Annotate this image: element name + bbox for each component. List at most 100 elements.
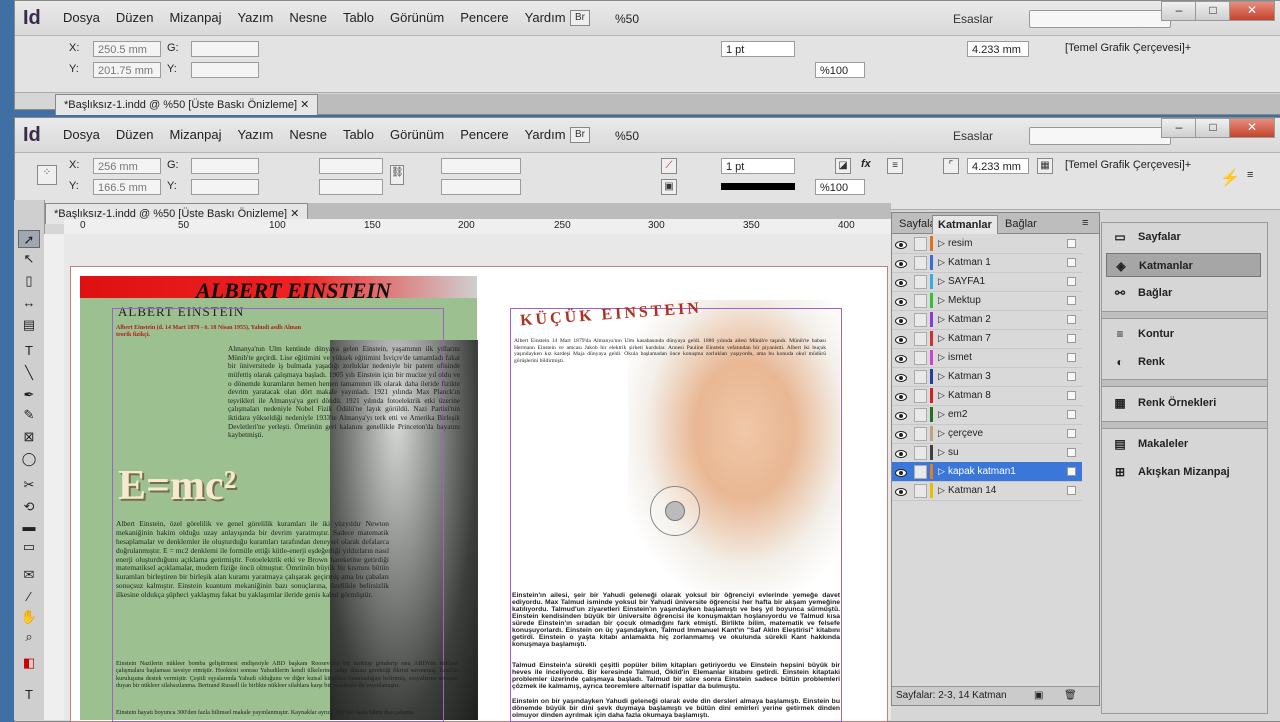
layer-row[interactable]: ▷ Katman 14 (892, 481, 1082, 501)
note-tool-icon[interactable]: ✉ (18, 566, 40, 584)
layer-row[interactable]: ▷ su (892, 443, 1082, 463)
layer-row[interactable]: ▷ çerçeve (892, 424, 1082, 444)
constrain-icon[interactable]: ⛓ (390, 165, 404, 185)
text-wrap-icon[interactable]: ≡ (887, 158, 903, 174)
gradient-feather-tool-icon[interactable]: ▭ (18, 538, 40, 556)
expand-triangle-icon[interactable]: ▷ (938, 424, 945, 443)
reference-point-icon[interactable]: ⁘ (37, 165, 57, 185)
layer-selection-square[interactable] (1067, 410, 1076, 419)
dock-layers[interactable]: ◈ Katmanlar (1106, 253, 1261, 277)
panel-options-icon[interactable]: ≡ (1082, 217, 1088, 229)
visibility-eye-icon[interactable] (895, 314, 907, 325)
layer-selection-square[interactable] (1067, 429, 1076, 438)
w-field-front[interactable] (191, 158, 259, 174)
frame-style-icon[interactable]: ▦ (1037, 158, 1053, 174)
expand-triangle-icon[interactable]: ▷ (938, 386, 945, 405)
layer-selection-square[interactable] (1067, 372, 1076, 381)
layer-selection-square[interactable] (1067, 467, 1076, 476)
menu-tablo[interactable]: Tablo (335, 10, 382, 25)
layer-row[interactable]: ▷ Katman 1 (892, 253, 1082, 273)
close-button-front[interactable]: ✕ (1229, 118, 1275, 138)
visibility-eye-icon[interactable] (895, 333, 907, 344)
layer-row[interactable]: ▷ Katman 2 (892, 310, 1082, 330)
layer-selection-square[interactable] (1067, 486, 1076, 495)
lock-toggle-icon[interactable] (914, 351, 927, 365)
minimize-button-front[interactable]: – (1161, 118, 1197, 138)
workspace-select-front[interactable]: Esaslar (953, 129, 993, 143)
fx-icon[interactable]: fx (861, 158, 871, 170)
menu-yardim[interactable]: Yardım (517, 10, 574, 25)
type-tool-icon[interactable]: T (18, 342, 40, 360)
drop-shadow-icon[interactable]: ◪ (835, 158, 851, 174)
lock-toggle-icon[interactable] (914, 484, 927, 498)
expand-triangle-icon[interactable]: ▷ (938, 253, 945, 272)
menu-mizanpaj[interactable]: Mizanpaj (161, 10, 229, 25)
lock-toggle-icon[interactable] (914, 294, 927, 308)
search-input[interactable] (1029, 10, 1171, 28)
layer-selection-square[interactable] (1067, 315, 1076, 324)
menu-duzen[interactable]: Düzen (108, 10, 162, 25)
dock-swatches[interactable]: ▦ Renk Örnekleri (1106, 391, 1261, 415)
visibility-eye-icon[interactable] (895, 276, 907, 287)
layer-row[interactable]: ▷ Katman 3 (892, 367, 1082, 387)
bridge-button[interactable]: Br (570, 10, 590, 26)
size-field-front[interactable]: 4.233 mm (967, 158, 1029, 174)
back-document-tab[interactable]: *Başlıksız-1.indd @ %50 [Üste Baskı Öniz… (55, 94, 319, 115)
menu-yazim-front[interactable]: Yazım (229, 127, 281, 142)
lightning-icon[interactable]: ⚡ (1220, 168, 1240, 188)
layer-row[interactable]: ▷ resim (892, 234, 1082, 254)
dock-stroke[interactable]: ≡ Kontur (1106, 322, 1261, 346)
lock-toggle-icon[interactable] (914, 370, 927, 384)
expand-triangle-icon[interactable]: ▷ (938, 367, 945, 386)
lock-toggle-icon[interactable] (914, 275, 927, 289)
gradient-tool-icon[interactable]: ▬ (18, 518, 40, 536)
visibility-eye-icon[interactable] (895, 428, 907, 439)
menu-pencere-front[interactable]: Pencere (452, 127, 516, 142)
selection-tool-icon[interactable]: ➚ (18, 230, 40, 248)
bridge-button-front[interactable]: Br (570, 127, 590, 143)
h-field-front[interactable] (191, 179, 259, 195)
lock-toggle-icon[interactable] (914, 313, 927, 327)
scale-y-field[interactable] (319, 179, 383, 195)
visibility-eye-icon[interactable] (895, 371, 907, 382)
x-field-front[interactable]: 256 mm (93, 158, 161, 174)
layer-row[interactable]: ▷ ismet (892, 348, 1082, 368)
lock-toggle-icon[interactable] (914, 465, 927, 479)
expand-triangle-icon[interactable]: ▷ (938, 272, 945, 291)
y-field[interactable]: 201.75 mm (93, 62, 161, 78)
x-field[interactable]: 250.5 mm (93, 41, 161, 57)
menu-dosya[interactable]: Dosya (55, 10, 108, 25)
tab-layers[interactable]: Katmanlar (932, 215, 998, 234)
expand-triangle-icon[interactable]: ▷ (938, 405, 945, 424)
lock-toggle-icon[interactable] (914, 332, 927, 346)
zoom-select[interactable]: %50 (615, 12, 639, 26)
lock-toggle-icon[interactable] (914, 408, 927, 422)
maximize-button-front[interactable]: □ (1195, 118, 1231, 138)
menu-tablo-front[interactable]: Tablo (335, 127, 382, 142)
menu-duzen-front[interactable]: Düzen (108, 127, 162, 142)
expand-triangle-icon[interactable]: ▷ (938, 462, 945, 481)
menu-mizanpaj-front[interactable]: Mizanpaj (161, 127, 229, 142)
menu-gorunum-front[interactable]: Görünüm (382, 127, 452, 142)
pencil-tool-icon[interactable]: ✎ (18, 406, 40, 424)
delete-layer-icon[interactable]: 🗑 (1064, 687, 1077, 705)
formatting-icon[interactable]: T (18, 686, 40, 704)
layer-selection-square[interactable] (1067, 334, 1076, 343)
visibility-eye-icon[interactable] (895, 485, 907, 496)
expand-triangle-icon[interactable]: ▷ (938, 443, 945, 462)
layer-selection-square[interactable] (1067, 391, 1076, 400)
menu-nesne[interactable]: Nesne (281, 10, 335, 25)
expand-triangle-icon[interactable]: ▷ (938, 348, 945, 367)
lock-toggle-icon[interactable] (914, 446, 927, 460)
pen-tool-icon[interactable]: ✒ (18, 386, 40, 404)
layer-row[interactable]: ▷ Mektup (892, 291, 1082, 311)
percent-field-front[interactable]: %100 (815, 179, 865, 195)
panel-menu-icon[interactable]: ≡ (1247, 169, 1253, 181)
hand-tool-icon[interactable]: ✋ (18, 608, 40, 626)
fill-stroke-icon[interactable]: ◧ (18, 654, 40, 672)
frame-style-select-front[interactable]: [Temel Grafik Çerçevesi]+ (1065, 159, 1191, 171)
expand-triangle-icon[interactable]: ▷ (938, 481, 945, 500)
minimize-button[interactable]: – (1161, 1, 1197, 21)
lock-toggle-icon[interactable] (914, 427, 927, 441)
rectangle-frame-tool-icon[interactable]: ⊠ (18, 428, 40, 446)
